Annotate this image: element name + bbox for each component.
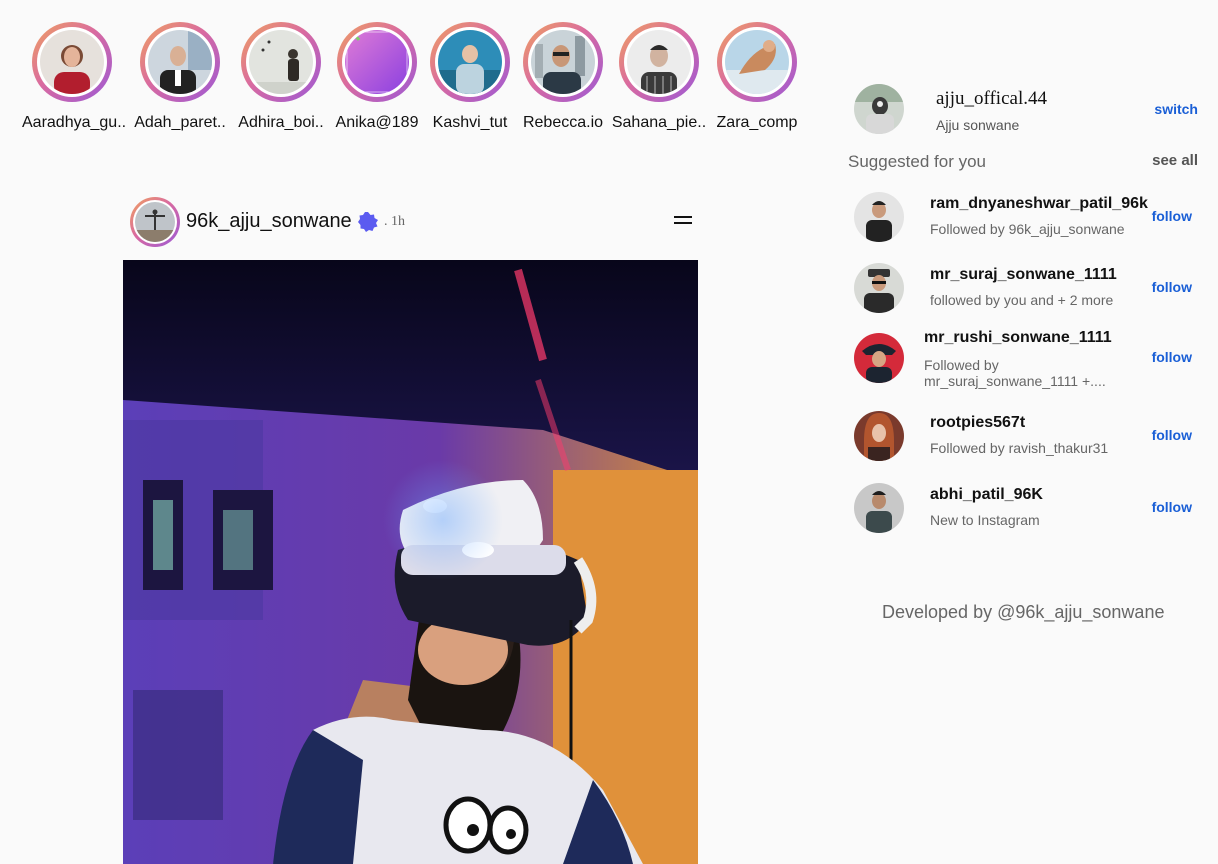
verified-badge-icon	[358, 212, 378, 232]
story-name: Sahana_pie..	[611, 114, 707, 131]
story-item[interactable]: Adhira_boi..	[231, 22, 331, 132]
suggestion-subtitle: Followed by ravish_thakur31	[930, 440, 1109, 456]
story-ring[interactable]	[241, 22, 321, 102]
see-all-link[interactable]: see all	[1152, 152, 1198, 169]
story-item[interactable]: Anika@189	[327, 22, 427, 132]
story-ring[interactable]	[140, 22, 220, 102]
story-avatar	[438, 30, 502, 94]
suggestion-username[interactable]: mr_suraj_sonwane_1111	[930, 266, 1117, 284]
suggestion-item: mr_suraj_sonwane_1111 followed by you an…	[854, 263, 1204, 319]
story-ring[interactable]	[523, 22, 603, 102]
story-ring[interactable]	[717, 22, 797, 102]
suggestion-subtitle: Followed by 96k_ajju_sonwane	[930, 221, 1125, 237]
story-item[interactable]: Rebecca.io	[513, 22, 613, 132]
post-author-avatar[interactable]	[130, 197, 180, 247]
post-timestamp: . 1h	[384, 214, 405, 229]
suggestion-item: abhi_patil_96K New to Instagram follow	[854, 483, 1204, 539]
suggestion-username[interactable]: rootpies567t	[930, 414, 1025, 432]
story-avatar	[249, 30, 313, 94]
story-avatar	[40, 30, 104, 94]
story-item[interactable]: Adah_paret..	[130, 22, 230, 132]
story-avatar	[531, 30, 595, 94]
suggestion-avatar[interactable]	[854, 333, 904, 383]
suggestion-subtitle: followed by you and + 2 more	[930, 292, 1114, 308]
follow-button[interactable]: follow	[1152, 499, 1192, 515]
story-avatar	[148, 30, 212, 94]
story-ring[interactable]	[337, 22, 417, 102]
suggestion-item: ram_dnyaneshwar_patil_96k Followed by 96…	[854, 192, 1204, 248]
follow-button[interactable]: follow	[1152, 208, 1192, 224]
suggestion-subtitle: New to Instagram	[930, 512, 1040, 528]
story-item[interactable]: Aaradhya_gu..	[22, 22, 127, 132]
suggestion-avatar[interactable]	[854, 483, 904, 533]
suggestion-avatar[interactable]	[854, 192, 904, 242]
switch-account-link[interactable]: switch	[1154, 101, 1198, 117]
post-image[interactable]	[123, 260, 698, 864]
suggestion-item: rootpies567t Followed by ravish_thakur31…	[854, 411, 1204, 467]
current-username[interactable]: ajju_offical.44	[936, 88, 1047, 110]
story-name: Anika@189	[335, 114, 419, 131]
follow-button[interactable]: follow	[1152, 427, 1192, 443]
story-item[interactable]: Sahana_pie..	[609, 22, 709, 132]
story-avatar	[345, 30, 409, 94]
post-username[interactable]: 96k_ajju_sonwane	[186, 210, 352, 233]
stories-row: Aaradhya_gu.. Adah_paret.. Adhira_boi.. …	[20, 22, 810, 142]
story-avatar	[725, 30, 789, 94]
story-name: Aaradhya_gu..	[22, 114, 127, 131]
story-name: Rebecca.io	[522, 114, 604, 131]
current-user-fullname: Ajju sonwane	[936, 117, 1020, 133]
suggestion-item: mr_rushi_sonwane_1111 Followed by mr_sur…	[854, 329, 1204, 389]
follow-button[interactable]: follow	[1152, 349, 1192, 365]
suggested-title: Suggested for you	[848, 152, 986, 171]
hamburger-icon[interactable]	[674, 216, 692, 228]
story-name: Adhira_boi..	[238, 114, 324, 131]
footer-credit: Developed by @96k_ajju_sonwane	[882, 602, 1165, 622]
story-item[interactable]: Zara_comp	[707, 22, 807, 132]
story-item[interactable]: Kashvi_tut	[420, 22, 520, 132]
story-name: Zara_comp	[716, 114, 798, 131]
suggestion-avatar[interactable]	[854, 411, 904, 461]
follow-button[interactable]: follow	[1152, 279, 1192, 295]
story-ring[interactable]	[619, 22, 699, 102]
suggestion-subtitle: Followed by mr_suraj_sonwane_1111 +....	[924, 357, 1106, 389]
current-user-avatar[interactable]	[854, 84, 904, 134]
story-name: Kashvi_tut	[432, 114, 508, 131]
suggestion-username[interactable]: ram_dnyaneshwar_patil_96k	[930, 195, 1148, 213]
story-avatar	[627, 30, 691, 94]
story-ring[interactable]	[32, 22, 112, 102]
post-header: 96k_ajju_sonwane . 1h	[130, 197, 700, 247]
current-user: ajju_offical.44 Ajju sonwane switch	[854, 82, 1204, 138]
suggestion-username[interactable]: abhi_patil_96K	[930, 486, 1043, 504]
suggestion-username[interactable]: mr_rushi_sonwane_1111	[924, 329, 1112, 347]
story-ring[interactable]	[430, 22, 510, 102]
suggestion-avatar[interactable]	[854, 263, 904, 313]
story-name: Adah_paret..	[134, 114, 226, 131]
